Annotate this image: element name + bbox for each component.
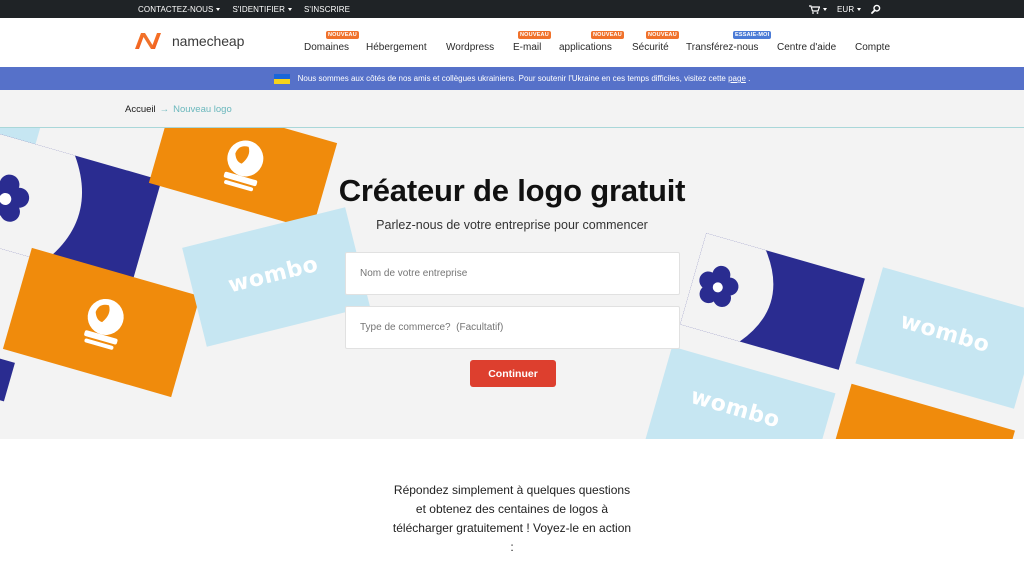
- chevron-down-icon: [288, 7, 292, 11]
- wombo-wordmark: wombo: [687, 384, 783, 434]
- main-navigation: namecheap NOUVEAU Domaines Hébergement W…: [0, 18, 1024, 67]
- badge-new: NOUVEAU: [591, 31, 624, 39]
- ukraine-support-banner: Nous sommes aux côtés de nos amis et col…: [0, 67, 1024, 90]
- nav-security[interactable]: Sécurité: [632, 42, 669, 53]
- page-title: Créateur de logo gratuit: [338, 173, 686, 208]
- register-link[interactable]: S'INSCRIRE: [304, 5, 350, 14]
- chevron-down-icon: [216, 7, 221, 11]
- business-type-input[interactable]: [345, 306, 680, 349]
- business-name-input[interactable]: [345, 252, 680, 295]
- nav-wordpress[interactable]: Wordpress: [446, 42, 494, 53]
- astronaut-icon: [84, 298, 124, 350]
- decor-tile-wombo: wombo: [855, 267, 1024, 409]
- breadcrumb: Accueil → Nouveau logo: [0, 90, 1024, 128]
- arrow-right-icon: →: [159, 104, 170, 115]
- badge-new: NOUVEAU: [326, 31, 359, 39]
- signin-menu[interactable]: S'IDENTIFIER: [232, 5, 292, 14]
- breadcrumb-home[interactable]: Accueil: [125, 104, 156, 115]
- nav-hosting[interactable]: Hébergement: [366, 42, 427, 53]
- currency-select[interactable]: EUR: [837, 5, 862, 14]
- decor-tile-astronaut: [2, 247, 201, 398]
- flower-icon: [680, 233, 774, 342]
- contact-menu[interactable]: CONTACTEZ-NOUS: [138, 5, 221, 14]
- nav-email[interactable]: E-mail: [513, 42, 541, 53]
- badge-try-me: ESSAIE-MOI: [733, 31, 772, 39]
- search-button[interactable]: [871, 4, 881, 14]
- wombo-wordmark: wombo: [897, 308, 993, 359]
- cart-button[interactable]: [809, 4, 827, 14]
- nav-help-center[interactable]: Centre d'aide: [777, 42, 836, 53]
- top-utility-bar: CONTACTEZ-NOUS S'IDENTIFIER S'INSCRIRE E…: [0, 0, 1024, 18]
- nav-domains[interactable]: Domaines: [304, 42, 349, 53]
- banner-text: Nous sommes aux côtés de nos amis et col…: [297, 74, 726, 83]
- search-icon: [871, 4, 881, 14]
- chevron-down-icon: [823, 7, 827, 11]
- nav-account[interactable]: Compte: [855, 42, 890, 53]
- breadcrumb-current: Nouveau logo: [173, 104, 232, 115]
- ukraine-flag-icon: [273, 73, 290, 84]
- chevron-down-icon: [857, 7, 862, 11]
- wombo-wordmark: wombo: [225, 251, 321, 299]
- badge-new: NOUVEAU: [518, 31, 551, 39]
- banner-page-link[interactable]: page: [728, 74, 746, 83]
- nav-transfer[interactable]: Transférez-nous: [686, 42, 758, 53]
- badge-new: NOUVEAU: [646, 31, 679, 39]
- page-subtitle: Parlez-nous de votre entreprise pour com…: [376, 218, 648, 232]
- decor-tile-flower: [680, 233, 865, 370]
- cart-icon: [809, 4, 820, 14]
- continue-button[interactable]: Continuer: [470, 360, 556, 387]
- intro-section: Répondez simplement à quelques questions…: [0, 481, 1024, 557]
- nav-applications[interactable]: applications: [559, 42, 612, 53]
- logo-maker-hero: wombo wombo wombo Créateur de logo gratu…: [0, 128, 1024, 439]
- decor-tile: [0, 354, 15, 402]
- intro-text: Répondez simplement à quelques questions…: [392, 483, 632, 554]
